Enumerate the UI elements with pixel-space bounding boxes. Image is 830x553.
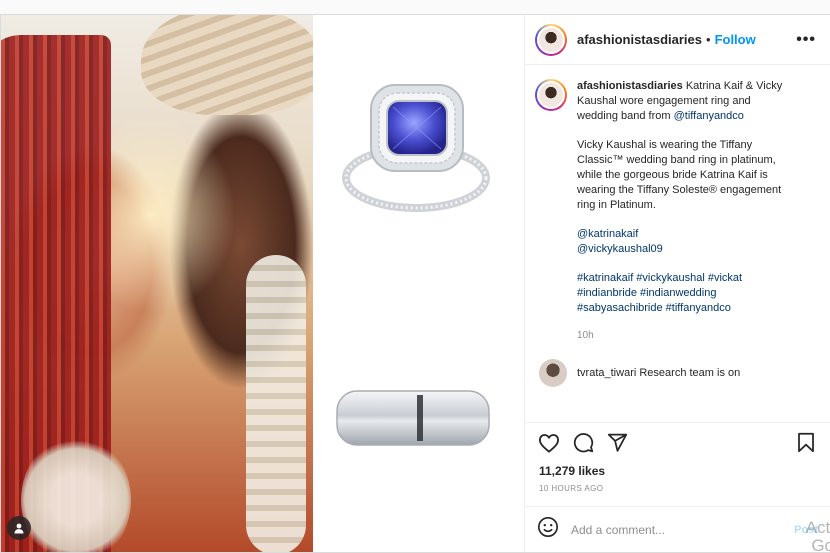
mention-link[interactable]: @katrinakaif	[577, 227, 789, 242]
avatar[interactable]	[535, 23, 567, 56]
comment-text: tvrata_tiwari Research team is on	[577, 366, 741, 379]
emoji-icon[interactable]	[537, 516, 559, 543]
mention-link[interactable]: @vickykaushal09	[577, 242, 789, 257]
post-header: afashionistasdiaries • Follow •••	[525, 15, 830, 65]
post-sidebar: afashionistasdiaries • Follow ••• afashi…	[525, 15, 830, 553]
hashtags[interactable]: #katrinakaif #vickykaushal #vickat #indi…	[577, 271, 789, 316]
follow-button[interactable]: Follow	[715, 32, 756, 47]
comment-input[interactable]	[571, 522, 795, 537]
person-tag-icon[interactable]	[7, 516, 31, 540]
comment-icon[interactable]	[571, 431, 595, 455]
share-icon[interactable]	[605, 431, 629, 455]
post-photo[interactable]	[1, 15, 313, 552]
posted-time[interactable]: 10 HOURS AGO	[525, 480, 830, 506]
turban-decoration	[141, 15, 313, 115]
product-photo[interactable]	[313, 15, 525, 552]
caption-paragraph: Vicky Kaushal is wearing the Tiffany Cla…	[577, 139, 782, 211]
bookmark-icon[interactable]	[794, 431, 818, 455]
activation-watermark: Acti	[805, 518, 830, 537]
action-bar	[525, 422, 830, 462]
engagement-ring-image	[342, 84, 490, 212]
separator-dot: •	[706, 32, 711, 47]
comments-section[interactable]: afashionistasdiaries Katrina Kaif & Vick…	[525, 65, 830, 422]
commenter-avatar[interactable]	[539, 359, 567, 387]
comment-row: tvrata_tiwari Research team is on	[539, 359, 789, 387]
garland-decoration	[246, 255, 306, 552]
caption: afashionistasdiaries Katrina Kaif & Vick…	[535, 79, 816, 387]
heart-icon[interactable]	[537, 431, 561, 455]
likes-count[interactable]: 11,279 likes	[525, 462, 830, 480]
username-link[interactable]: afashionistasdiaries	[577, 32, 702, 47]
add-comment-bar: Post	[525, 506, 830, 552]
more-options-icon[interactable]: •••	[796, 31, 816, 49]
caption-time[interactable]: 10h	[577, 328, 789, 343]
activation-watermark-2: Go	[811, 536, 830, 553]
garland-decoration-2	[21, 435, 131, 552]
wedding-band-image	[336, 390, 490, 446]
caption-avatar[interactable]	[535, 79, 567, 111]
mention-link[interactable]: @tiffanyandco	[674, 110, 744, 122]
caption-username[interactable]: afashionistasdiaries	[577, 80, 683, 92]
post-modal: afashionistasdiaries • Follow ••• afashi…	[0, 14, 830, 553]
